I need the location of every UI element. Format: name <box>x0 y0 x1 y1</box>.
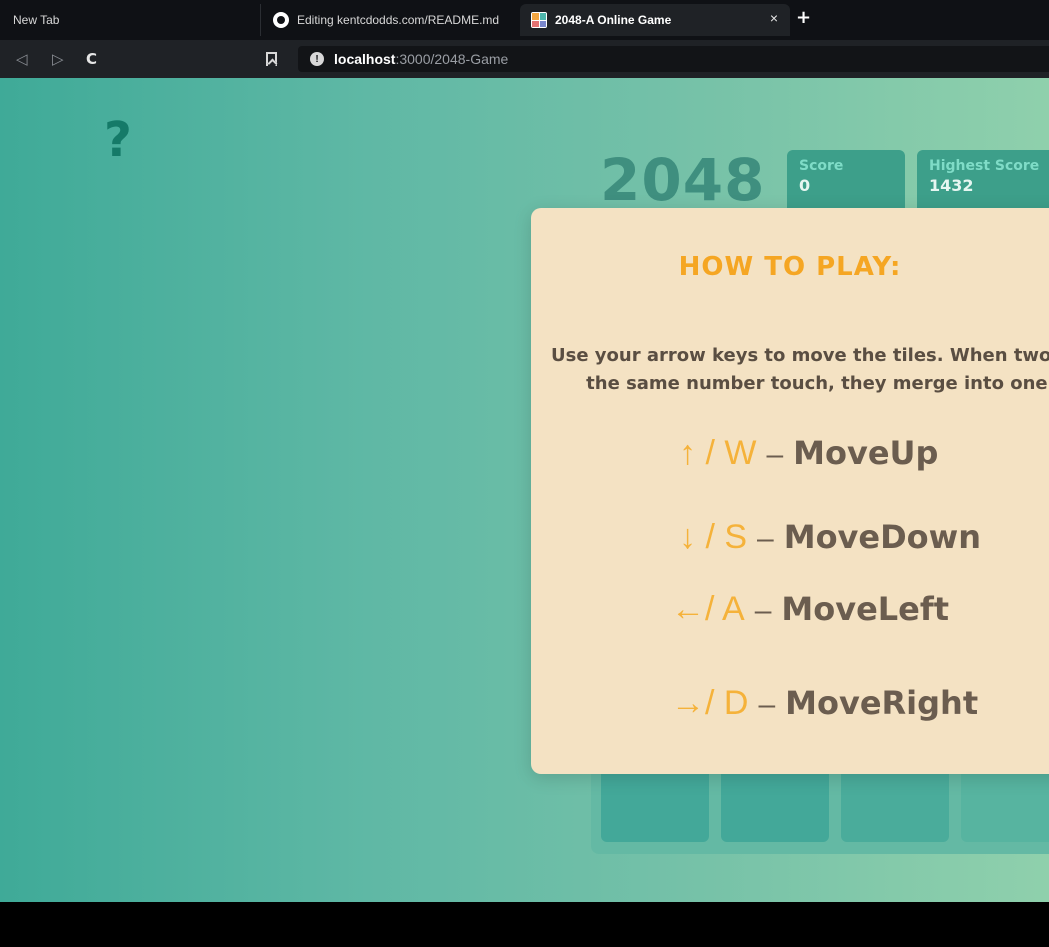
score-value: 0 <box>799 176 811 195</box>
black-footer-area <box>0 902 1049 947</box>
tab-readme[interactable]: Editing kentcdodds.com/README.md <box>260 4 520 36</box>
tab-label: New Tab <box>13 13 60 27</box>
close-tab-icon[interactable]: × <box>770 10 778 26</box>
control-dash: – <box>758 688 776 721</box>
highest-score-value: 1432 <box>929 176 974 195</box>
reload-icon[interactable]: C <box>86 49 97 69</box>
tab-2048-game[interactable]: 2048-A Online Game × <box>520 4 790 36</box>
url-host: localhost <box>334 51 396 67</box>
control-move-left: ←/ A – MoveLeft <box>671 590 949 629</box>
control-dash: – <box>766 438 784 471</box>
back-icon[interactable]: ◁ <box>16 49 28 69</box>
browser-address-bar: ◁ ▷ C ! localhost :3000/2048-Game <box>0 40 1049 78</box>
control-keys: ←/ A <box>671 590 745 628</box>
github-icon <box>273 12 289 28</box>
game-page: ? 2048 Score 0 Highest Score 1432 HOW TO… <box>0 78 1049 902</box>
how-to-play-modal: HOW TO PLAY: Use your arrow keys to move… <box>531 208 1049 774</box>
browser-tab-bar: New Tab Editing kentcdodds.com/README.md… <box>0 0 1049 40</box>
modal-title: HOW TO PLAY: <box>678 252 902 282</box>
control-keys: →/ D <box>671 684 749 722</box>
game-title: 2048 <box>600 146 766 214</box>
modal-description: Use your arrow keys to move the tiles. W… <box>551 342 1049 398</box>
new-tab-button[interactable]: + <box>796 6 811 30</box>
highest-score-label: Highest Score <box>929 158 1040 174</box>
game-favicon-icon <box>531 12 547 28</box>
control-action: MoveUp <box>793 434 939 472</box>
control-action: MoveLeft <box>781 590 950 628</box>
url-path: :3000/2048-Game <box>395 51 509 67</box>
help-question-icon[interactable]: ? <box>104 114 132 166</box>
board-tile <box>841 766 949 842</box>
control-dash: – <box>757 522 774 555</box>
board-tile <box>721 766 829 842</box>
score-label: Score <box>799 158 844 174</box>
board-tile <box>961 766 1049 842</box>
control-keys: ↑ / W <box>679 434 757 472</box>
tab-label: 2048-A Online Game <box>555 13 672 27</box>
control-dash: – <box>754 594 772 627</box>
forward-icon[interactable]: ▷ <box>52 49 64 69</box>
url-field[interactable]: ! localhost :3000/2048-Game <box>298 46 1049 72</box>
control-move-down: ↓ / S – MoveDown <box>679 518 981 557</box>
tab-new-tab[interactable]: New Tab <box>0 4 260 36</box>
control-action: MoveDown <box>783 518 981 556</box>
control-move-right: →/ D – MoveRight <box>671 684 978 723</box>
site-info-icon[interactable]: ! <box>310 52 324 66</box>
modal-description-line: the same number touch, they merge into o… <box>586 373 1049 394</box>
modal-description-line: Use your arrow keys to move the tiles. W… <box>551 345 1049 366</box>
control-move-up: ↑ / W – MoveUp <box>679 434 938 473</box>
control-keys: ↓ / S <box>679 518 748 556</box>
bookmark-icon[interactable] <box>266 52 277 66</box>
tab-label: Editing kentcdodds.com/README.md <box>297 13 500 27</box>
control-action: MoveRight <box>785 684 979 722</box>
board-tile <box>601 766 709 842</box>
